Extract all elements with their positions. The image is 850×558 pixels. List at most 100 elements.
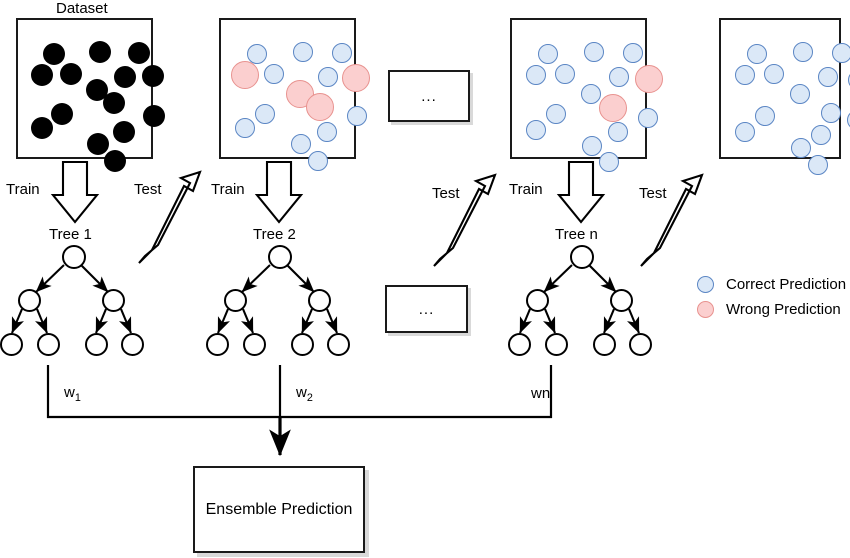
test-label-1: Test: [134, 181, 162, 198]
weight-label-2: w2: [296, 385, 313, 404]
tree-n-internal-right: [610, 289, 633, 312]
data-point-blue: [811, 125, 831, 145]
weight-label-n: wn: [531, 385, 551, 402]
train-arrow-2: [254, 160, 304, 224]
data-point-blue: [608, 122, 628, 142]
tree-2-internal-left: [224, 289, 247, 312]
data-point-black: [87, 133, 109, 155]
train-label-n: Train: [509, 181, 543, 198]
data-point-blue: [317, 122, 337, 142]
data-point-black: [104, 150, 126, 172]
dataset-label: Dataset: [56, 0, 108, 17]
data-point-blue: [818, 67, 838, 87]
data-point-blue: [793, 42, 813, 62]
legend-item-wrong: Wrong Prediction: [697, 301, 846, 318]
dataset-box: [16, 18, 165, 172]
data-point-blue: [347, 106, 367, 126]
train-label-2: Train: [211, 181, 245, 198]
data-point-blue: [755, 106, 775, 126]
tree-1-leaf-3: [85, 333, 108, 356]
data-point-black: [43, 43, 65, 65]
data-point-blue: [808, 155, 828, 175]
tree-n-internal-left: [526, 289, 549, 312]
train-arrow-n: [556, 160, 606, 224]
data-point-blue: [584, 42, 604, 62]
data-point-black: [128, 42, 150, 64]
data-point-blue: [555, 64, 575, 84]
legend: Correct Prediction Wrong Prediction: [697, 276, 846, 318]
test-label-2: Test: [432, 185, 460, 202]
train-arrow-1: [50, 160, 100, 224]
data-point-blue: [623, 43, 643, 63]
data-point-blue: [308, 151, 328, 171]
weight-1-base: w: [64, 384, 75, 401]
tree-2-label: Tree 2: [253, 226, 296, 243]
legend-label-correct: Correct Prediction: [726, 276, 847, 293]
data-point-black: [103, 92, 125, 114]
weight-2-sub: 2: [306, 392, 313, 404]
tree-1-internal-left: [18, 289, 41, 312]
data-point-black: [31, 117, 53, 139]
data-point-black: [113, 121, 135, 143]
data-point-blue: [546, 104, 566, 124]
data-point-blue: [609, 67, 629, 87]
tree-1-label: Tree 1: [49, 226, 92, 243]
tree-n-leaf-2: [545, 333, 568, 356]
data-point-blue: [735, 65, 755, 85]
data-point-pink: [231, 61, 259, 89]
train-label-1: Train: [6, 181, 40, 198]
data-point-black: [89, 41, 111, 63]
weight-bus: [46, 365, 553, 457]
ellipsis-box-top: ...: [388, 70, 470, 122]
data-point-pink: [342, 64, 370, 92]
data-point-pink: [306, 93, 334, 121]
tree-2-internal-right: [308, 289, 331, 312]
data-point-blue: [293, 42, 313, 62]
legend-item-correct: Correct Prediction: [697, 276, 846, 293]
data-point-blue: [638, 108, 658, 128]
tree-1-internal-right: [102, 289, 125, 312]
tree-n-leaf-4: [629, 333, 652, 356]
data-point-blue: [790, 84, 810, 104]
data-point-blue: [747, 44, 767, 64]
data-point-black: [51, 103, 73, 125]
tree-n-root: [570, 245, 594, 269]
tree-n-leaf-1: [508, 333, 531, 356]
bootstrap-sample-n-box: [510, 18, 663, 172]
data-point-blue: [764, 64, 784, 84]
data-point-pink: [599, 94, 627, 122]
data-point-blue: [599, 152, 619, 172]
data-point-blue: [526, 120, 546, 140]
data-point-black: [114, 66, 136, 88]
test-label-n: Test: [639, 185, 667, 202]
data-point-blue: [332, 43, 352, 63]
data-point-blue: [264, 64, 284, 84]
data-point-blue: [791, 138, 811, 158]
data-point-blue: [538, 44, 558, 64]
tree-2-leaf-2: [243, 333, 266, 356]
ensemble-prediction-box: Ensemble Prediction: [193, 466, 365, 553]
tree-1-leaf-2: [37, 333, 60, 356]
tree-2-leaf-3: [291, 333, 314, 356]
data-point-black: [60, 63, 82, 85]
data-point-blue: [832, 43, 850, 63]
data-point-blue: [318, 67, 338, 87]
data-point-blue: [235, 118, 255, 138]
weight-1-sub: 1: [74, 392, 81, 404]
data-point-pink: [635, 65, 663, 93]
bootstrap-sample-last-box: [719, 18, 850, 175]
data-point-blue: [526, 65, 546, 85]
correct-prediction-icon: [697, 276, 714, 293]
weight-label-1: w1: [64, 385, 81, 404]
legend-label-wrong: Wrong Prediction: [726, 301, 841, 318]
tree-1-root: [62, 245, 86, 269]
bootstrap-sample-1-box: [219, 18, 370, 171]
ellipsis-box-bottom: ...: [385, 285, 468, 333]
data-point-black: [142, 65, 164, 87]
tree-2-leaf-4: [327, 333, 350, 356]
data-point-blue: [581, 84, 601, 104]
data-point-blue: [582, 136, 602, 156]
tree-n-label: Tree n: [555, 226, 598, 243]
data-point-blue: [821, 103, 841, 123]
tree-1-leaf-4: [121, 333, 144, 356]
